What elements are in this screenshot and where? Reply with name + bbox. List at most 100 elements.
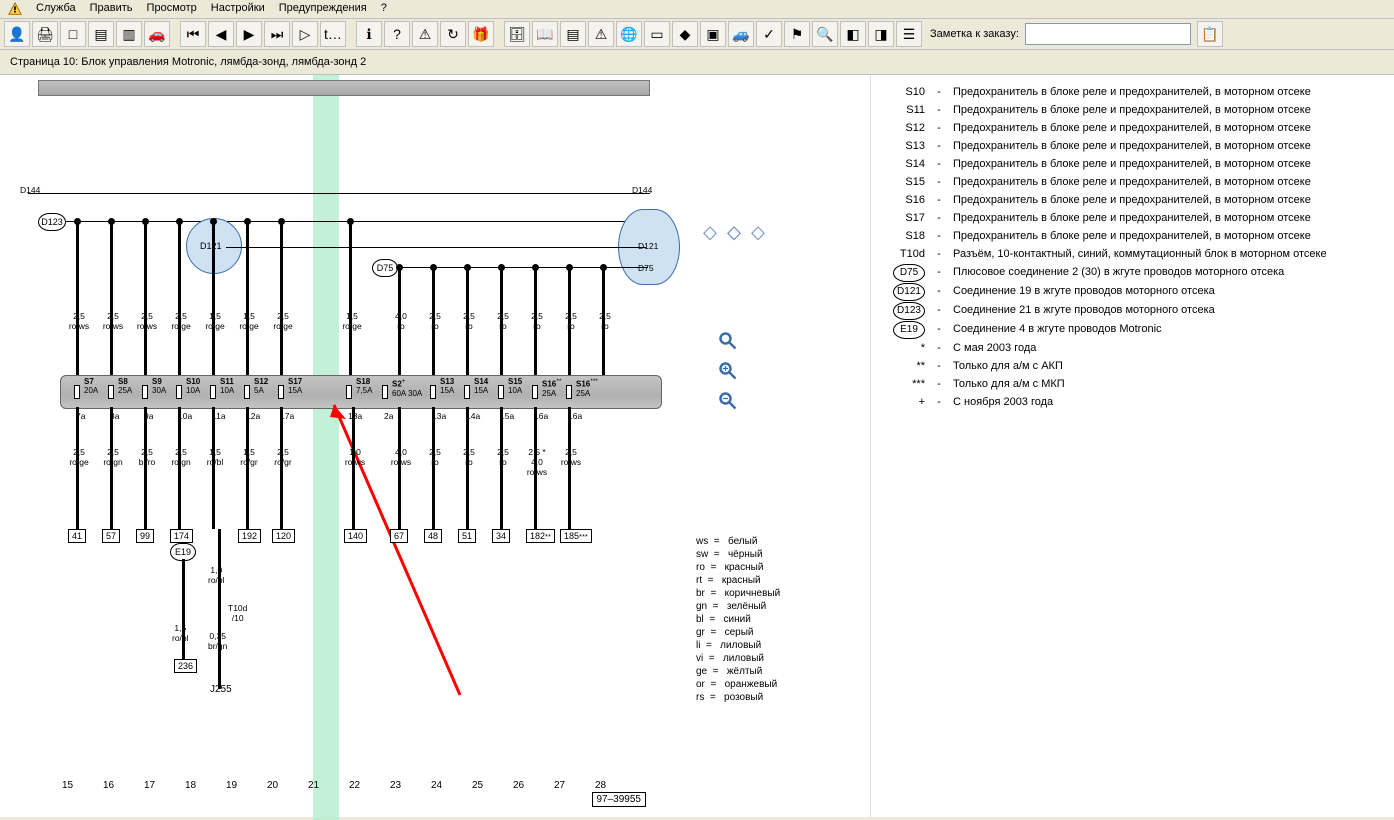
- wire-node: [600, 264, 607, 271]
- stripes-icon[interactable]: ☰: [896, 21, 922, 47]
- wire-node: [244, 218, 251, 225]
- color-row: gr = серый: [696, 626, 780, 639]
- wire-node: [210, 218, 217, 225]
- legend-code: S10: [879, 83, 925, 101]
- r2-icon[interactable]: ◨: [868, 21, 894, 47]
- wire: [218, 529, 221, 689]
- menu-item[interactable]: Править: [90, 2, 133, 16]
- legend-text: Предохранитель в блоке реле и предохрани…: [953, 173, 1386, 191]
- module-icon[interactable]: ▭: [644, 21, 670, 47]
- wire-node: [176, 218, 183, 225]
- color-row: vi = лиловый: [696, 652, 780, 665]
- user-warning-icon[interactable]: 👤: [4, 21, 30, 47]
- bus-label: D144: [632, 185, 652, 195]
- wire-gauge: 1,0ro/bl: [208, 565, 225, 585]
- wire-gauge: 2,5ro/gn: [98, 447, 128, 467]
- menu-item[interactable]: Служба: [36, 2, 76, 16]
- menubar: Служба Править Просмотр Настройки Предуп…: [0, 0, 1394, 19]
- legend-dash: -: [935, 339, 943, 357]
- note-edit-icon[interactable]: 📋: [1197, 21, 1223, 47]
- zoom-out-icon[interactable]: [718, 391, 738, 411]
- list-icon[interactable]: ▤: [560, 21, 586, 47]
- new-doc-icon[interactable]: □: [60, 21, 86, 47]
- legend-text: Разъём, 10-контактный, синий, коммутацио…: [953, 245, 1386, 263]
- nav-first-icon[interactable]: ⏮: [180, 21, 206, 47]
- legend-text: Соединение 19 в жгуте проводов моторного…: [953, 282, 1386, 301]
- car2-icon[interactable]: 🚙: [728, 21, 754, 47]
- car-icon[interactable]: 🚗: [144, 21, 170, 47]
- r1-icon[interactable]: ◧: [840, 21, 866, 47]
- legend-text: Только для а/м с АКП: [953, 357, 1386, 375]
- legend-dash: -: [935, 282, 943, 301]
- help-icon[interactable]: ?: [384, 21, 410, 47]
- color-row: gn = зелёный: [696, 600, 780, 613]
- legend-row: D123 - Соединение 21 в жгуте проводов мо…: [879, 301, 1386, 320]
- content: D144 D144 D123 D123 D121 D121 D75 D75 ◇ …: [0, 75, 1394, 817]
- wire-gauge: 2,5ro: [490, 311, 516, 331]
- nav-prev-icon[interactable]: ◀: [208, 21, 234, 47]
- toolbar: 👤🖨□▤▥🚗⏮◀▶⏭▷t…ℹ?⚠↻🎁🗄📖▤⚠🌐▭◆▣🚙✓⚑🔍◧◨☰Заметка…: [0, 19, 1394, 50]
- flag-icon[interactable]: ⚑: [784, 21, 810, 47]
- track-number: 28: [595, 780, 606, 791]
- zoom-icon[interactable]: [718, 331, 738, 351]
- menu-item[interactable]: Настройки: [211, 2, 265, 16]
- info-icon[interactable]: ℹ: [356, 21, 382, 47]
- track-ref: 67: [390, 529, 408, 543]
- wire-gauge: 2,5ro/gn: [166, 447, 196, 467]
- legend-text: Только для а/м с МКП: [953, 375, 1386, 393]
- legend-code: S15: [879, 173, 925, 191]
- wire: [568, 407, 571, 529]
- gift-icon[interactable]: 🎁: [468, 21, 494, 47]
- bus-label: D144: [20, 185, 40, 195]
- globe-icon[interactable]: 🌐: [616, 21, 642, 47]
- wire-node: [278, 218, 285, 225]
- legend-text: Предохранитель в блоке реле и предохрани…: [953, 137, 1386, 155]
- ecu-icon[interactable]: ▣: [700, 21, 726, 47]
- nav-last-icon[interactable]: ⏭: [264, 21, 290, 47]
- play-icon[interactable]: ▷: [292, 21, 318, 47]
- book-icon[interactable]: 📖: [532, 21, 558, 47]
- nav-down-icon[interactable]: ◇: [724, 222, 744, 242]
- warn-list-icon[interactable]: ⚠: [412, 21, 438, 47]
- nav-right-icon[interactable]: ◇: [748, 222, 768, 242]
- check-icon[interactable]: ✓: [756, 21, 782, 47]
- note-input[interactable]: [1025, 23, 1191, 45]
- legend-dash: -: [935, 357, 943, 375]
- wire: [398, 407, 401, 529]
- fuse-S2: S2+60A 30A: [388, 377, 426, 405]
- nav-next-icon[interactable]: ▶: [236, 21, 262, 47]
- wire: [182, 559, 185, 659]
- refresh-icon[interactable]: ↻: [440, 21, 466, 47]
- track-number: 15: [62, 780, 73, 791]
- hazard-icon[interactable]: ⚠: [588, 21, 614, 47]
- wire: [280, 221, 283, 375]
- wiring-diagram[interactable]: D144 D144 D123 D123 D121 D121 D75 D75 ◇ …: [0, 75, 871, 817]
- legend-code: ***: [879, 375, 925, 393]
- page-icon[interactable]: ▥: [116, 21, 142, 47]
- bus-label: D121: [200, 241, 222, 251]
- diag-icon[interactable]: ◆: [672, 21, 698, 47]
- wire-node: [430, 264, 437, 271]
- legend-code: S18: [879, 227, 925, 245]
- menu-item[interactable]: Просмотр: [147, 2, 197, 16]
- legend-row: S17 - Предохранитель в блоке реле и пред…: [879, 209, 1386, 227]
- wire-gauge: 1,5ro/ge: [236, 311, 262, 331]
- txt-icon[interactable]: t…: [320, 21, 346, 47]
- menu-item[interactable]: ?: [381, 2, 387, 16]
- db-icon[interactable]: 🗄: [504, 21, 530, 47]
- menu-item[interactable]: Предупреждения: [279, 2, 367, 16]
- nav-left-icon[interactable]: ◇: [700, 222, 720, 242]
- wire-node: [532, 264, 539, 271]
- legend-dash: -: [935, 227, 943, 245]
- find-icon[interactable]: 🔍: [812, 21, 838, 47]
- open-doc-icon[interactable]: ▤: [88, 21, 114, 47]
- wire: [110, 407, 113, 529]
- print-icon[interactable]: 🖨: [32, 21, 58, 47]
- zoom-in-icon[interactable]: [718, 361, 738, 381]
- track-ref: 99: [136, 529, 154, 543]
- legend-dash: -: [935, 263, 943, 282]
- wire-gauge: 1,5ro/bl: [200, 447, 230, 467]
- wire: [280, 407, 283, 529]
- wire-gauge: 2,5ro: [456, 311, 482, 331]
- wire: [178, 407, 181, 529]
